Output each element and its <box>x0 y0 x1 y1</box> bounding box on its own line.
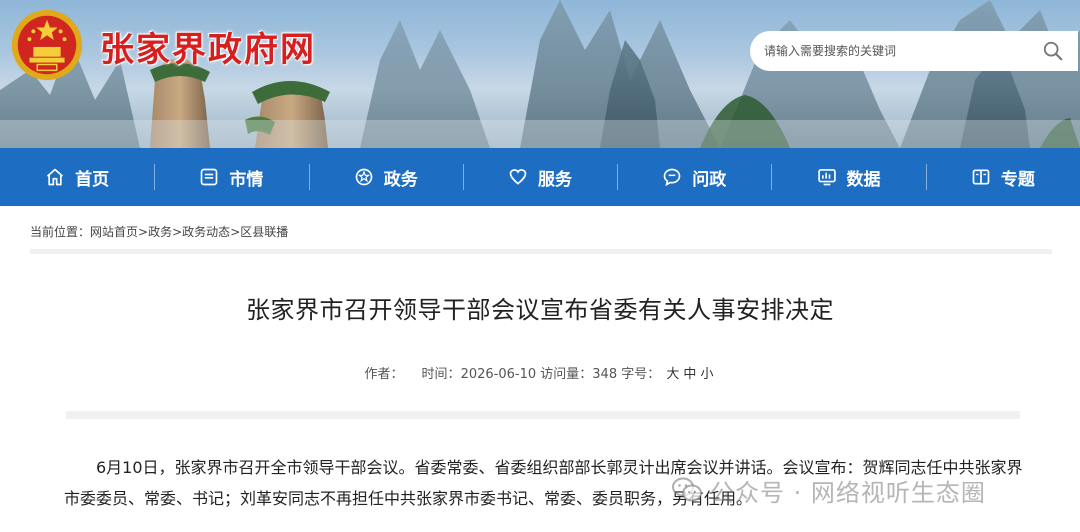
breadcrumb: 当前位置：网站首页>政务>政务动态>区县联播 <box>30 223 288 240</box>
book-icon <box>972 169 990 185</box>
breadcrumb-separator: > <box>230 225 241 239</box>
font-size-large[interactable]: 大 <box>666 367 679 382</box>
nav-label: 问政 <box>692 169 727 190</box>
nav-item-inquiry[interactable]: 问政 <box>617 148 771 206</box>
nav-item-city-info[interactable]: 市情 <box>154 148 308 206</box>
publish-date: 2026-06-10 <box>460 367 537 382</box>
breadcrumb-government-news[interactable]: 政务动态 <box>182 225 230 239</box>
nav-label: 专题 <box>1000 169 1035 190</box>
nav-label: 首页 <box>75 169 110 190</box>
chart-icon <box>817 169 836 186</box>
article-title: 张家界市召开领导干部会议宣布省委有关人事安排决定 <box>246 296 834 324</box>
divider <box>66 411 1020 419</box>
nav-label: 数据 <box>846 169 881 190</box>
nav-item-services[interactable]: 服务 <box>462 148 617 206</box>
font-size-label: 字号： <box>621 367 661 382</box>
nav-label: 服务 <box>537 169 572 190</box>
visits-label: 访问量： <box>540 367 593 382</box>
article-meta: 作者： 时间：2026-06-10 访问量：348 字号： 大中小 <box>0 363 1080 382</box>
nav-item-data[interactable]: 数据 <box>771 148 925 206</box>
nav-item-government[interactable]: 政务 <box>308 148 463 206</box>
home-icon <box>47 168 64 186</box>
nav-label: 政务 <box>383 169 418 190</box>
main-nav: 首页 市情 政务 服务 问政 数据 专题 <box>0 148 1080 206</box>
watermark-text: 公众号 · 网络视听生态圈 <box>710 478 986 507</box>
font-size-medium[interactable]: 中 <box>683 367 696 382</box>
search-input[interactable] <box>764 44 1034 58</box>
breadcrumb-home[interactable]: 网站首页 <box>90 225 138 239</box>
visit-count: 348 <box>592 367 618 382</box>
search-box <box>750 31 1078 71</box>
emblem-icon <box>355 168 373 186</box>
watermark: 公众号 · 网络视听生态圈 <box>672 474 986 507</box>
time-label: 时间： <box>421 367 461 382</box>
breadcrumb-government[interactable]: 政务 <box>148 225 172 239</box>
heart-icon <box>509 169 527 185</box>
search-icon[interactable] <box>1042 40 1064 62</box>
breadcrumb-separator: > <box>172 225 183 239</box>
breadcrumb-prefix: 当前位置： <box>30 225 91 239</box>
chat-icon <box>663 168 681 187</box>
font-size-small[interactable]: 小 <box>700 367 713 382</box>
document-icon <box>201 168 218 186</box>
breadcrumb-county-news[interactable]: 区县联播 <box>240 225 288 239</box>
site-title[interactable]: 张家界政府网 <box>100 22 316 71</box>
header-banner: 张家界政府网 <box>0 0 1080 148</box>
author-label: 作者： <box>364 367 404 382</box>
breadcrumb-separator: > <box>138 225 149 239</box>
wechat-icon <box>672 477 702 502</box>
nav-label: 市情 <box>229 169 264 190</box>
national-emblem-icon <box>11 9 83 81</box>
nav-item-topics[interactable]: 专题 <box>925 148 1080 206</box>
divider <box>30 249 1052 254</box>
nav-item-home[interactable]: 首页 <box>0 148 154 206</box>
